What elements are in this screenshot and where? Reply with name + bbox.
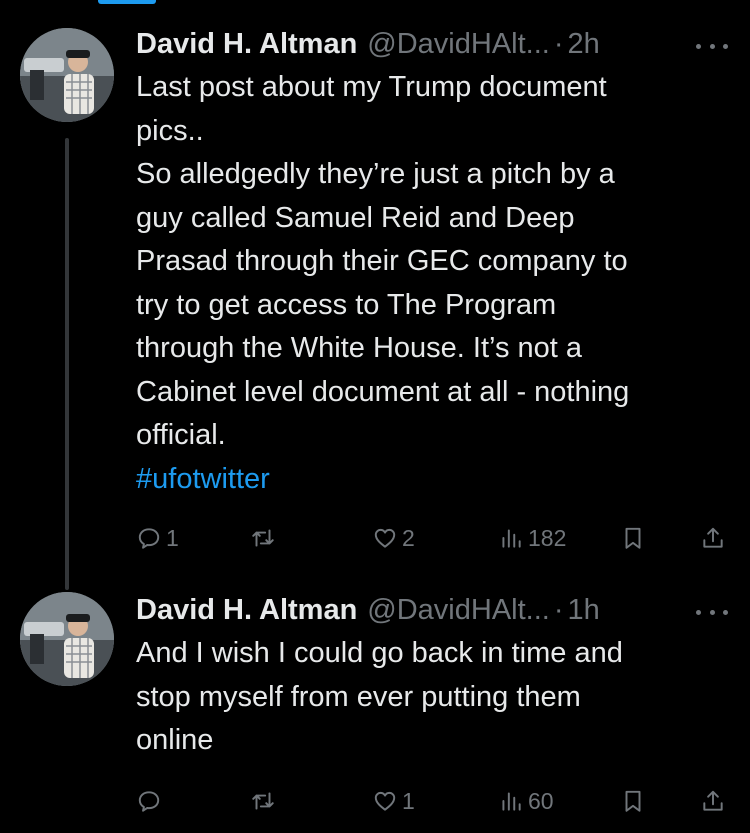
more-options-icon[interactable] bbox=[696, 600, 728, 624]
tweet-text-line: online bbox=[136, 724, 214, 756]
tweet-text-line: And I wish I could go back in time and bbox=[136, 637, 623, 669]
tweet-header: David H. Altman @DavidHAlt... · 1h bbox=[136, 590, 730, 630]
tweet-text-line: pics.. bbox=[136, 114, 204, 147]
heart-icon bbox=[374, 791, 396, 811]
views-button[interactable]: 182 bbox=[498, 522, 566, 554]
tweet[interactable]: David H. Altman @DavidHAlt... · 2h Last … bbox=[0, 0, 750, 590]
retweet-icon bbox=[252, 792, 274, 810]
display-name[interactable]: David H. Altman bbox=[136, 24, 357, 64]
views-icon bbox=[502, 792, 521, 811]
reply-count: 1 bbox=[166, 525, 179, 551]
avatar[interactable] bbox=[20, 592, 114, 686]
thread-line bbox=[65, 138, 69, 590]
handle[interactable]: @DavidHAlt... bbox=[367, 24, 550, 64]
retweet-button[interactable] bbox=[250, 785, 280, 817]
retweet-button[interactable] bbox=[250, 522, 280, 554]
profile-photo-icon bbox=[20, 28, 114, 122]
reply-icon bbox=[138, 528, 160, 549]
separator: · bbox=[553, 594, 564, 626]
action-bar: 1 60 bbox=[136, 785, 730, 817]
bookmark-icon bbox=[625, 527, 641, 549]
views-icon bbox=[502, 529, 521, 548]
tweet-text-line: official. bbox=[136, 419, 226, 451]
bookmark-button[interactable] bbox=[620, 522, 646, 554]
views-button[interactable]: 60 bbox=[498, 785, 554, 817]
more-options-icon[interactable] bbox=[696, 34, 728, 58]
tweet-header: David H. Altman @DavidHAlt... · 2h bbox=[136, 24, 730, 64]
like-button[interactable]: 2 bbox=[372, 522, 415, 554]
tweet-text: Last post about my Trump document pics..… bbox=[136, 66, 730, 501]
profile-photo-icon bbox=[20, 592, 114, 686]
share-button[interactable] bbox=[700, 522, 726, 554]
timestamp[interactable]: 2h bbox=[568, 24, 600, 64]
separator: · bbox=[553, 28, 564, 60]
tweet-text-line: try to get access to The Program bbox=[136, 288, 557, 321]
like-count: 2 bbox=[402, 525, 415, 551]
hashtag-link[interactable]: #ufotwitter bbox=[136, 458, 730, 502]
reply-icon bbox=[138, 791, 160, 812]
bookmark-icon bbox=[625, 790, 641, 812]
heart-icon bbox=[374, 528, 396, 548]
tweet-text-line: Cabinet level document at all - nothing bbox=[136, 375, 630, 408]
tweet-text-line: Last post about my Trump document bbox=[136, 71, 607, 103]
like-count: 1 bbox=[402, 788, 415, 814]
tweet-text-line: Prasad through their GEC company to bbox=[136, 245, 628, 277]
share-icon bbox=[703, 527, 723, 548]
tweet[interactable]: David H. Altman @DavidHAlt... · 1h And I… bbox=[0, 580, 750, 833]
like-button[interactable]: 1 bbox=[372, 785, 415, 817]
retweet-icon bbox=[252, 529, 274, 547]
reply-button[interactable] bbox=[136, 785, 166, 817]
tweet-content: David H. Altman @DavidHAlt... · 2h Last … bbox=[136, 24, 730, 501]
tweet-text-line: through the White House. It’s not a bbox=[136, 332, 583, 364]
tweet-text-line: So alledgedly they’re just a pitch by a bbox=[136, 158, 615, 190]
share-button[interactable] bbox=[700, 785, 726, 817]
timestamp[interactable]: 1h bbox=[568, 590, 600, 630]
action-bar: 1 2 182 bbox=[136, 522, 730, 554]
avatar[interactable] bbox=[20, 28, 114, 122]
reply-button[interactable]: 1 bbox=[136, 522, 179, 554]
view-count: 60 bbox=[528, 788, 554, 814]
tweet-content: David H. Altman @DavidHAlt... · 1h And I… bbox=[136, 590, 730, 763]
handle[interactable]: @DavidHAlt... bbox=[367, 590, 550, 630]
share-icon bbox=[703, 790, 723, 811]
tweet-text-line: stop myself from ever putting them bbox=[136, 680, 581, 713]
view-count: 182 bbox=[528, 525, 567, 551]
tweet-text-line: guy called Samuel Reid and Deep bbox=[136, 201, 575, 234]
bookmark-button[interactable] bbox=[620, 785, 646, 817]
display-name[interactable]: David H. Altman bbox=[136, 590, 357, 630]
tweet-text: And I wish I could go back in time and s… bbox=[136, 632, 730, 763]
